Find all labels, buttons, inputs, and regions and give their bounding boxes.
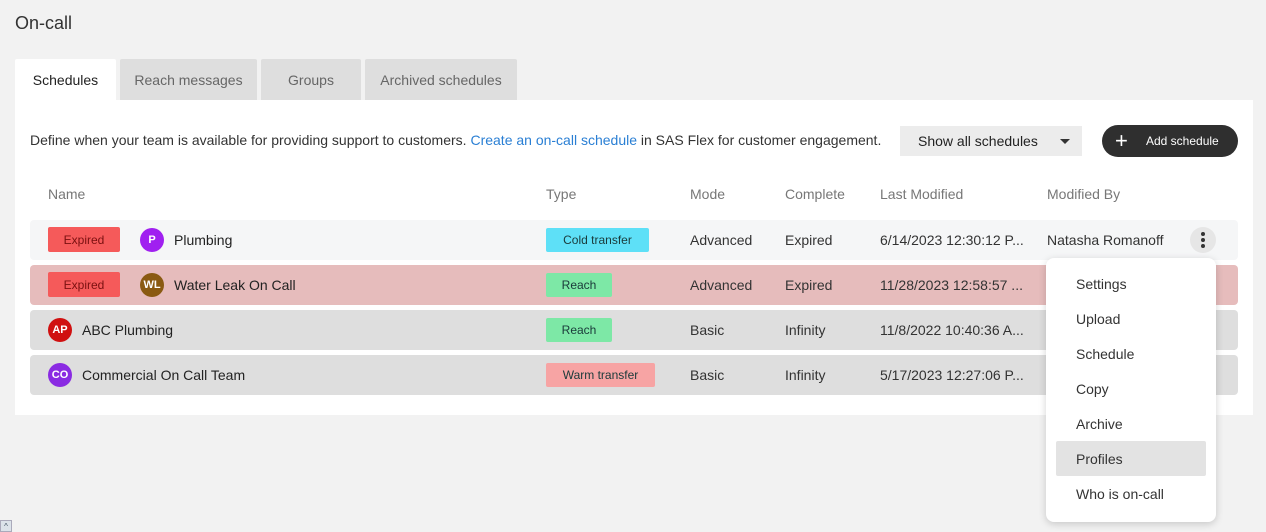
mode-cell: Advanced xyxy=(690,232,753,248)
column-header-name[interactable]: Name xyxy=(48,186,85,202)
avatar: WL xyxy=(140,273,164,297)
complete-cell: Expired xyxy=(785,277,833,293)
complete-cell: Infinity xyxy=(785,367,826,383)
filter-selected-value: Show all schedules xyxy=(918,133,1038,149)
mode-cell: Basic xyxy=(690,322,725,338)
schedule-name[interactable]: ABC Plumbing xyxy=(82,310,173,350)
avatar: AP xyxy=(48,318,72,342)
caret-down-icon xyxy=(1060,139,1070,144)
mode-cell: Basic xyxy=(690,367,725,383)
type-badge: Cold transfer xyxy=(546,228,649,252)
mode-cell: Advanced xyxy=(690,277,753,293)
column-header-last-modified[interactable]: Last Modified xyxy=(880,186,963,202)
tab-archived-schedules[interactable]: Archived schedules xyxy=(365,59,517,100)
menu-item-archive[interactable]: Archive xyxy=(1056,406,1206,441)
add-schedule-label: Add schedule xyxy=(1146,134,1219,148)
modified-by-cell: Natasha Romanoff xyxy=(1047,232,1164,248)
create-schedule-link[interactable]: Create an on-call schedule xyxy=(470,132,637,148)
tab-groups[interactable]: Groups xyxy=(261,59,361,100)
expired-badge: Expired xyxy=(48,272,120,297)
add-schedule-button[interactable]: + Add schedule xyxy=(1102,125,1238,157)
complete-cell: Expired xyxy=(785,232,833,248)
schedule-filter-select[interactable]: Show all schedules xyxy=(900,126,1082,156)
description-text: Define when your team is available for p… xyxy=(30,132,881,148)
tab-schedules[interactable]: Schedules xyxy=(15,59,116,100)
row-context-menu: Settings Upload Schedule Copy Archive Pr… xyxy=(1046,258,1216,522)
table-row[interactable]: Expired P Plumbing Cold transfer Advance… xyxy=(30,220,1238,260)
expand-icon[interactable]: ^ xyxy=(0,520,12,532)
description-prefix: Define when your team is available for p… xyxy=(30,132,467,148)
last-modified-cell: 11/8/2022 10:40:36 A... xyxy=(880,322,1024,338)
menu-item-schedule[interactable]: Schedule xyxy=(1056,336,1206,371)
expired-badge: Expired xyxy=(48,227,120,252)
menu-item-settings[interactable]: Settings xyxy=(1056,266,1206,301)
column-header-type[interactable]: Type xyxy=(546,186,576,202)
avatar: P xyxy=(140,228,164,252)
menu-item-upload[interactable]: Upload xyxy=(1056,301,1206,336)
schedule-name[interactable]: Commercial On Call Team xyxy=(82,355,245,395)
plus-icon: + xyxy=(1115,128,1128,153)
tab-bar: Schedules Reach messages Groups Archived… xyxy=(15,59,517,100)
last-modified-cell: 6/14/2023 12:30:12 P... xyxy=(880,232,1024,248)
column-header-modified-by[interactable]: Modified By xyxy=(1047,186,1120,202)
menu-item-copy[interactable]: Copy xyxy=(1056,371,1206,406)
type-badge: Reach xyxy=(546,318,612,342)
last-modified-cell: 5/17/2023 12:27:06 P... xyxy=(880,367,1024,383)
type-badge: Reach xyxy=(546,273,612,297)
more-vertical-icon[interactable] xyxy=(1190,227,1216,253)
schedule-name[interactable]: Water Leak On Call xyxy=(174,265,296,305)
complete-cell: Infinity xyxy=(785,322,826,338)
avatar: CO xyxy=(48,363,72,387)
column-header-complete[interactable]: Complete xyxy=(785,186,845,202)
type-badge: Warm transfer xyxy=(546,363,655,387)
page-title: On-call xyxy=(15,13,73,33)
schedule-name[interactable]: Plumbing xyxy=(174,220,232,260)
tab-reach-messages[interactable]: Reach messages xyxy=(120,59,257,100)
menu-item-profiles[interactable]: Profiles xyxy=(1056,441,1206,476)
description-suffix: in SAS Flex for customer engagement. xyxy=(640,132,882,148)
last-modified-cell: 11/28/2023 12:58:57 ... xyxy=(880,277,1023,293)
menu-item-who-is-on-call[interactable]: Who is on-call xyxy=(1056,476,1206,511)
column-header-mode[interactable]: Mode xyxy=(690,186,725,202)
